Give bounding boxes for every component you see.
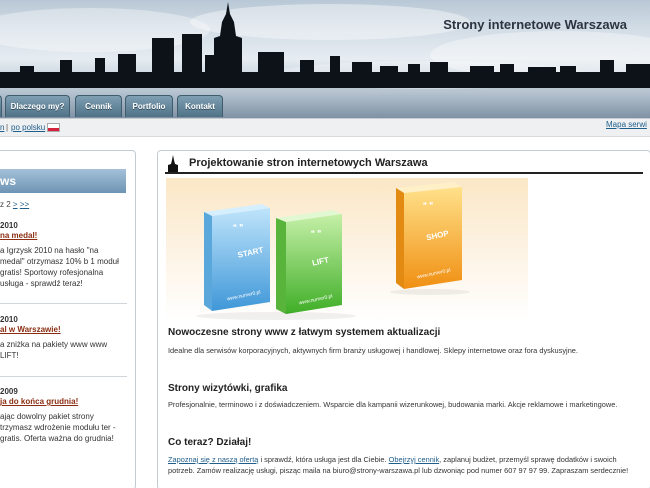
cta-text-part1: i sprawdź, która usługa jest dla Ciebie. xyxy=(258,455,389,464)
news-body: a Igrzysk 2010 na hasło "na medal" otrzy… xyxy=(0,246,119,288)
site-title: Strony internetowe Warszawa xyxy=(443,17,627,32)
news-headline-link[interactable]: al w Warszawie! xyxy=(0,324,125,335)
nav-tab-kontakt[interactable]: Kontakt xyxy=(177,95,223,117)
news-item: 2010 na medal! a Igrzysk 2010 na hasło "… xyxy=(0,221,125,289)
svg-text:❝ ❞: ❝ ❞ xyxy=(423,201,434,210)
news-divider xyxy=(0,303,127,304)
nav-tab-dlaczego-my[interactable]: Dlaczego my? xyxy=(5,95,70,117)
pager-last-link[interactable]: >> xyxy=(20,200,29,209)
section-title-call-to-action: Co teraz? Działaj! xyxy=(168,437,252,448)
pricing-link[interactable]: Obejrzyj cennik xyxy=(389,455,440,464)
news-title: ws xyxy=(0,174,17,188)
news-headline-link[interactable]: ja do końca grudnia! xyxy=(0,396,125,407)
news-date: 2010 xyxy=(0,221,18,230)
polish-flag-icon[interactable] xyxy=(47,123,60,132)
svg-text:❝ ❞: ❝ ❞ xyxy=(233,223,244,232)
offer-link[interactable]: Zapoznaj się z naszą ofertą xyxy=(168,455,258,464)
pager-next-link[interactable]: > xyxy=(13,200,18,209)
page-title: Projektowanie stron internetowych Warsza… xyxy=(189,157,428,169)
title-divider xyxy=(165,172,643,174)
news-header: ws xyxy=(0,169,126,193)
nav-tab-cennik[interactable]: Cennik xyxy=(75,95,122,117)
section-text-call-to-action: Zapoznaj się z naszą ofertą i sprawdź, k… xyxy=(168,454,642,476)
news-date: 2010 xyxy=(0,315,18,324)
warsaw-skyline-graphic xyxy=(0,2,650,88)
shop-package-box: ❝ ❞ SHOP www.numer0.pl xyxy=(396,182,462,289)
language-bar: n | po polsku Mapa serwi xyxy=(0,118,650,137)
news-body: a zniżka na pakiety www www LIFT! xyxy=(0,340,108,360)
news-pager: z 2 > >> xyxy=(0,200,29,209)
main-nav: Dlaczego my? Cennik Portfolio Kontakt xyxy=(0,95,650,118)
news-headline-link[interactable]: na medal! xyxy=(0,230,125,241)
start-package-box: ❝ ❞ START www.numer0.pl xyxy=(204,204,270,311)
nav-tab-partial[interactable] xyxy=(0,95,2,117)
lang-link-current[interactable]: n xyxy=(0,123,4,132)
palace-of-culture-icon xyxy=(168,155,178,173)
section-title-modern-sites: Nowoczesne strony www z łatwym systemem … xyxy=(168,327,441,338)
news-date: 2009 xyxy=(0,387,18,396)
product-banner[interactable]: ❝ ❞ START www.numer0.pl ❝ ❞ LIFT www.num… xyxy=(166,178,528,321)
lang-separator: | xyxy=(6,123,9,132)
lang-link-polish[interactable]: po polsku xyxy=(11,123,45,132)
sitemap-link[interactable]: Mapa serwi xyxy=(606,120,647,129)
section-text-modern-sites: Idealne dla serwisów korporacyjnych, akt… xyxy=(168,346,578,355)
svg-text:❝ ❞: ❝ ❞ xyxy=(311,229,322,238)
news-body: ając dowolny pakiet strony trzymasz wdro… xyxy=(0,412,116,443)
news-item: 2009 ja do końca grudnia! ając dowolny p… xyxy=(0,387,125,444)
news-item: 2010 al w Warszawie! a zniżka na pakiety… xyxy=(0,315,125,361)
section-text-business-cards: Profesjonalnie, terminowo i z doświadcze… xyxy=(168,400,618,409)
lift-package-box: ❝ ❞ LIFT www.numer0.pl xyxy=(276,210,342,314)
news-divider xyxy=(0,376,127,377)
nav-tab-portfolio[interactable]: Portfolio xyxy=(125,95,173,117)
section-title-business-cards: Strony wizytówki, grafika xyxy=(168,383,288,394)
news-sidebar: ws z 2 > >> 2010 na medal! a Igrzysk 201… xyxy=(0,150,136,488)
main-content: Projektowanie stron internetowych Warsza… xyxy=(157,150,650,488)
pager-count: z 2 xyxy=(0,200,11,209)
product-boxes-graphic: ❝ ❞ START www.numer0.pl ❝ ❞ LIFT www.num… xyxy=(196,182,470,320)
